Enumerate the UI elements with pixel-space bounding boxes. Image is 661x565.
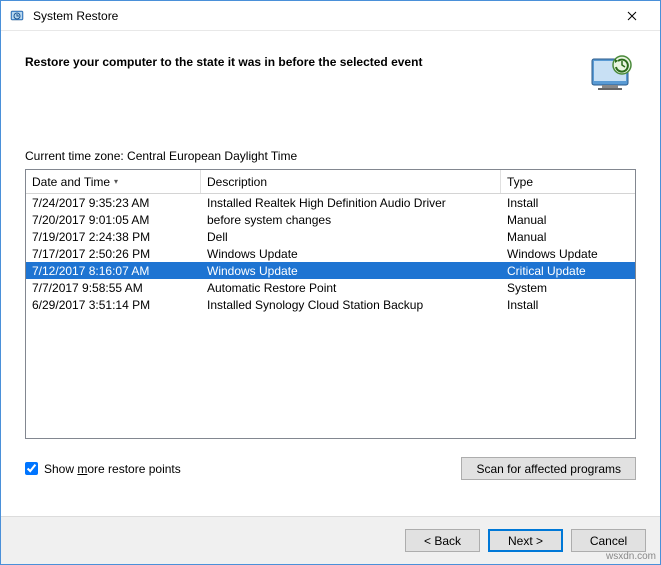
cell-description: Dell (201, 230, 501, 244)
table-body: 7/24/2017 9:35:23 AMInstalled Realtek Hi… (26, 194, 635, 313)
content-area: Current time zone: Central European Dayl… (1, 111, 660, 480)
cell-date: 7/19/2017 2:24:38 PM (26, 230, 201, 244)
table-row[interactable]: 7/12/2017 8:16:07 AMWindows UpdateCritic… (26, 262, 635, 279)
restore-points-table[interactable]: Date and Time ▾ Description Type 7/24/20… (25, 169, 636, 439)
cell-type: Windows Update (501, 247, 635, 261)
header-text: Restore your computer to the state it wa… (25, 49, 578, 69)
wizard-footer: < Back Next > Cancel (1, 516, 660, 564)
sort-desc-icon: ▾ (114, 177, 118, 186)
cell-date: 7/17/2017 2:50:26 PM (26, 247, 201, 261)
scan-affected-button[interactable]: Scan for affected programs (461, 457, 636, 480)
cell-type: Critical Update (501, 264, 635, 278)
show-more-checkbox[interactable] (25, 462, 38, 475)
table-row[interactable]: 6/29/2017 3:51:14 PMInstalled Synology C… (26, 296, 635, 313)
close-icon (627, 11, 637, 21)
cell-type: System (501, 281, 635, 295)
col-header-date-label: Date and Time (32, 175, 110, 189)
cell-type: Install (501, 196, 635, 210)
restore-large-icon (588, 49, 636, 97)
show-more-label[interactable]: Show more restore points (44, 462, 181, 476)
cell-description: Installed Synology Cloud Station Backup (201, 298, 501, 312)
table-row[interactable]: 7/7/2017 9:58:55 AMAutomatic Restore Poi… (26, 279, 635, 296)
col-header-description[interactable]: Description (201, 170, 501, 193)
cell-type: Manual (501, 230, 635, 244)
titlebar: System Restore (1, 1, 660, 31)
below-table-row: Show more restore points Scan for affect… (25, 457, 636, 480)
cell-date: 6/29/2017 3:51:14 PM (26, 298, 201, 312)
cell-description: Windows Update (201, 247, 501, 261)
window-title: System Restore (33, 9, 612, 23)
cell-type: Manual (501, 213, 635, 227)
table-row[interactable]: 7/19/2017 2:24:38 PMDellManual (26, 228, 635, 245)
cell-date: 7/24/2017 9:35:23 AM (26, 196, 201, 210)
table-row[interactable]: 7/20/2017 9:01:05 AMbefore system change… (26, 211, 635, 228)
table-row[interactable]: 7/17/2017 2:50:26 PMWindows UpdateWindow… (26, 245, 635, 262)
col-header-type[interactable]: Type (501, 170, 635, 193)
cell-type: Install (501, 298, 635, 312)
next-button[interactable]: Next > (488, 529, 563, 552)
cancel-button[interactable]: Cancel (571, 529, 646, 552)
cell-description: before system changes (201, 213, 501, 227)
back-button[interactable]: < Back (405, 529, 480, 552)
header: Restore your computer to the state it wa… (1, 31, 660, 111)
cell-date: 7/7/2017 9:58:55 AM (26, 281, 201, 295)
col-header-type-label: Type (507, 175, 533, 189)
restore-icon (9, 8, 25, 24)
watermark: wsxdn.com (606, 551, 656, 562)
col-header-date[interactable]: Date and Time ▾ (26, 170, 201, 193)
cell-date: 7/20/2017 9:01:05 AM (26, 213, 201, 227)
col-header-desc-label: Description (207, 175, 267, 189)
cell-description: Installed Realtek High Definition Audio … (201, 196, 501, 210)
close-button[interactable] (612, 2, 652, 30)
show-more-checkbox-row: Show more restore points (25, 462, 181, 476)
table-header: Date and Time ▾ Description Type (26, 170, 635, 194)
timezone-label: Current time zone: Central European Dayl… (25, 149, 636, 163)
table-row[interactable]: 7/24/2017 9:35:23 AMInstalled Realtek Hi… (26, 194, 635, 211)
cell-date: 7/12/2017 8:16:07 AM (26, 264, 201, 278)
cell-description: Automatic Restore Point (201, 281, 501, 295)
cell-description: Windows Update (201, 264, 501, 278)
